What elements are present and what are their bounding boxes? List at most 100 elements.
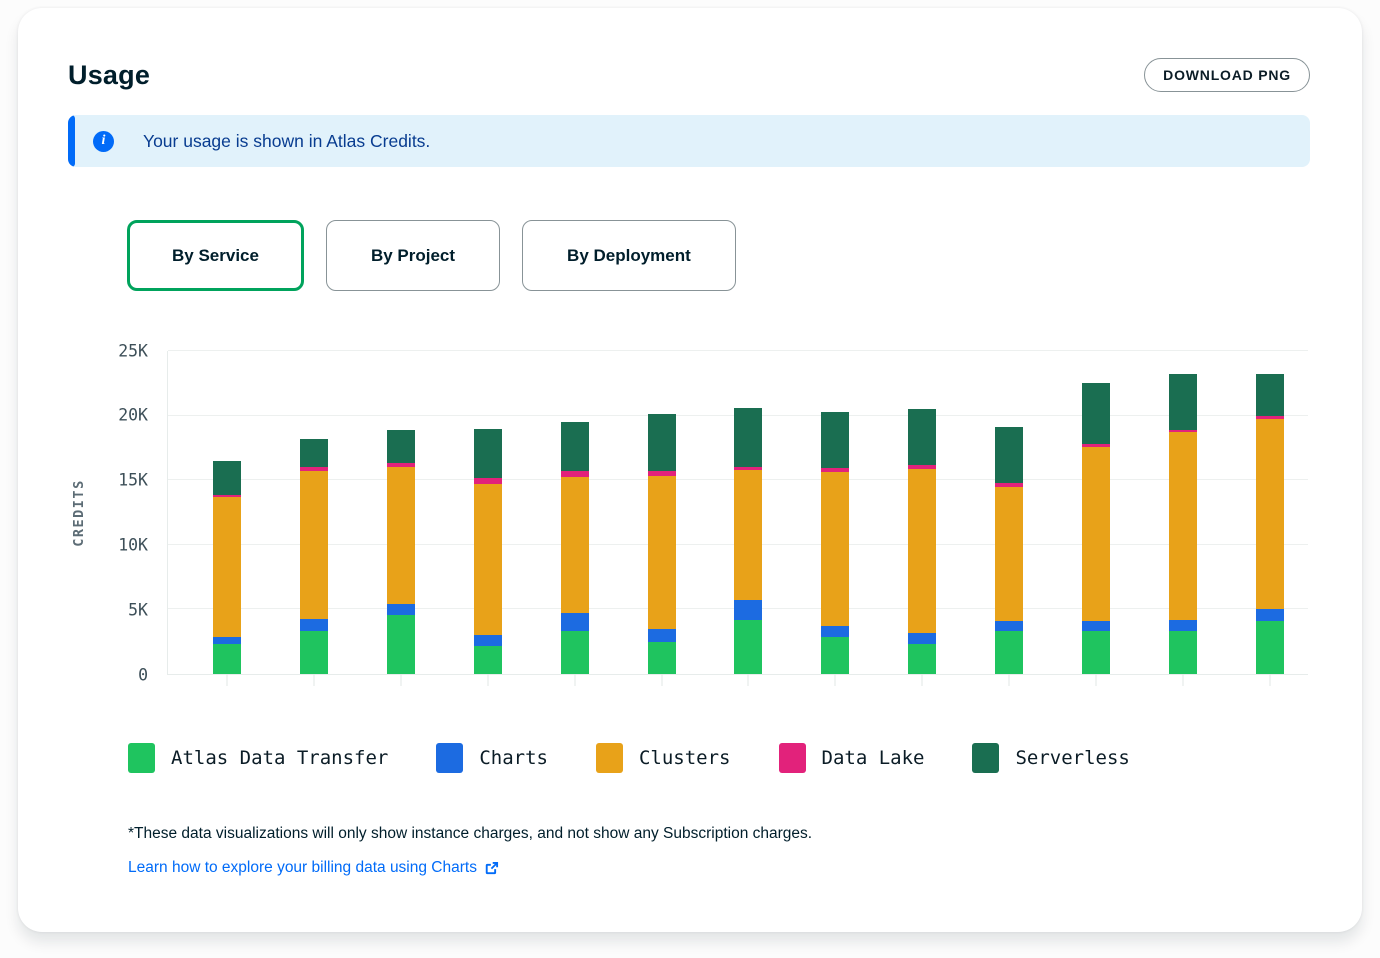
usage-chart: CREDITS 05K10K15K20K25K — [18, 351, 1362, 687]
bar-segment-clusters[interactable] — [908, 469, 936, 633]
legend-item-data-lake[interactable]: Data Lake — [779, 743, 925, 773]
bar-stack[interactable] — [1169, 351, 1197, 674]
bar-segment-clusters[interactable] — [1256, 419, 1284, 609]
bar-segment-serverless[interactable] — [648, 414, 676, 471]
bar-stack[interactable] — [1082, 351, 1110, 674]
billing-data-charts-link[interactable]: Learn how to explore your billing data u… — [128, 859, 499, 877]
bar-segment-serverless[interactable] — [995, 427, 1023, 483]
bar-segment-clusters[interactable] — [821, 472, 849, 626]
bar-segment-charts[interactable] — [1169, 620, 1197, 631]
bar-segment-atlas-data-transfer[interactable] — [387, 615, 415, 674]
bar-segment-clusters[interactable] — [213, 497, 241, 637]
x-tick — [835, 674, 836, 686]
bar-segment-atlas-data-transfer[interactable] — [474, 646, 502, 674]
bar-stack[interactable] — [908, 351, 936, 674]
legend-swatch-data-lake — [779, 743, 806, 773]
bar-segment-charts[interactable] — [648, 629, 676, 643]
bar-stack[interactable] — [734, 351, 762, 674]
bar-segment-clusters[interactable] — [734, 470, 762, 600]
bar-segment-serverless[interactable] — [908, 409, 936, 465]
bar-segment-charts[interactable] — [213, 637, 241, 645]
bar-segment-atlas-data-transfer[interactable] — [1082, 631, 1110, 674]
bar-segment-atlas-data-transfer[interactable] — [908, 644, 936, 674]
x-tick — [1183, 674, 1184, 686]
bar-segment-serverless[interactable] — [821, 412, 849, 468]
bar-segment-charts[interactable] — [561, 613, 589, 631]
bar-segment-serverless[interactable] — [1082, 383, 1110, 444]
bar-segment-charts[interactable] — [734, 600, 762, 619]
bar-stack[interactable] — [648, 351, 676, 674]
y-tick-label: 15K — [118, 472, 148, 489]
info-banner: i Your usage is shown in Atlas Credits. — [68, 115, 1310, 167]
tab-by-deployment[interactable]: By Deployment — [522, 220, 736, 291]
bar-segment-clusters[interactable] — [387, 467, 415, 605]
bar-stack[interactable] — [474, 351, 502, 674]
bar-segment-charts[interactable] — [995, 621, 1023, 631]
bar-segment-serverless[interactable] — [300, 439, 328, 467]
banner-message: Your usage is shown in Atlas Credits. — [143, 131, 430, 152]
bar-segment-atlas-data-transfer[interactable] — [734, 620, 762, 674]
bar-segment-serverless[interactable] — [1169, 374, 1197, 430]
y-tick-label: 25K — [118, 343, 148, 360]
legend-item-serverless[interactable]: Serverless — [972, 743, 1129, 773]
card-header: Usage DOWNLOAD PNG — [18, 8, 1362, 92]
legend-swatch-charts — [436, 743, 463, 773]
bar-segment-atlas-data-transfer[interactable] — [561, 631, 589, 674]
x-tick — [226, 674, 227, 686]
link-label: Learn how to explore your billing data u… — [128, 859, 477, 877]
bar-segment-charts[interactable] — [908, 633, 936, 645]
x-tick — [574, 674, 575, 686]
bar-segment-atlas-data-transfer[interactable] — [648, 642, 676, 674]
bar-stack[interactable] — [561, 351, 589, 674]
legend-swatch-clusters — [596, 743, 623, 773]
x-tick — [1009, 674, 1010, 686]
bar-segment-clusters[interactable] — [1169, 432, 1197, 619]
bar-stack[interactable] — [995, 351, 1023, 674]
bar-segment-clusters[interactable] — [1082, 447, 1110, 621]
bar-segment-serverless[interactable] — [561, 422, 589, 470]
bar-segment-serverless[interactable] — [1256, 374, 1284, 415]
bar-segment-atlas-data-transfer[interactable] — [1169, 631, 1197, 674]
bar-stack[interactable] — [213, 351, 241, 674]
bar-segment-clusters[interactable] — [300, 471, 328, 619]
bar-segment-clusters[interactable] — [561, 477, 589, 613]
x-tick — [922, 674, 923, 686]
legend-item-charts[interactable]: Charts — [436, 743, 548, 773]
footnote: *These data visualizations will only sho… — [128, 825, 1362, 843]
bar-segment-charts[interactable] — [821, 626, 849, 636]
bar-segment-clusters[interactable] — [474, 484, 502, 635]
y-axis: 05K10K15K20K25K — [18, 351, 148, 675]
bar-stack[interactable] — [300, 351, 328, 674]
legend-item-atlas-data-transfer[interactable]: Atlas Data Transfer — [128, 743, 388, 773]
tab-by-service[interactable]: By Service — [127, 220, 304, 291]
bar-segment-serverless[interactable] — [213, 461, 241, 495]
legend-label-atlas-data-transfer: Atlas Data Transfer — [171, 747, 388, 769]
bar-stack[interactable] — [821, 351, 849, 674]
bar-segment-atlas-data-transfer[interactable] — [1256, 621, 1284, 674]
bar-segment-atlas-data-transfer[interactable] — [300, 631, 328, 674]
page-title: Usage — [68, 60, 150, 91]
bar-segment-atlas-data-transfer[interactable] — [213, 644, 241, 674]
info-icon: i — [93, 131, 114, 152]
external-link-icon — [484, 861, 499, 876]
legend-swatch-atlas-data-transfer — [128, 743, 155, 773]
bar-stack[interactable] — [387, 351, 415, 674]
x-tick — [1270, 674, 1271, 686]
bar-segment-serverless[interactable] — [387, 430, 415, 464]
bar-segment-clusters[interactable] — [648, 476, 676, 628]
bar-segment-charts[interactable] — [1256, 609, 1284, 621]
bar-segment-atlas-data-transfer[interactable] — [821, 637, 849, 674]
bar-segment-charts[interactable] — [1082, 621, 1110, 631]
bar-segment-charts[interactable] — [387, 604, 415, 614]
tab-by-project[interactable]: By Project — [326, 220, 500, 291]
bar-segment-charts[interactable] — [474, 635, 502, 646]
bar-segment-serverless[interactable] — [734, 408, 762, 467]
bar-segment-atlas-data-transfer[interactable] — [995, 631, 1023, 674]
bar-segment-clusters[interactable] — [995, 487, 1023, 621]
bar-stack[interactable] — [1256, 351, 1284, 674]
download-png-button[interactable]: DOWNLOAD PNG — [1144, 58, 1310, 92]
bar-segment-serverless[interactable] — [474, 429, 502, 479]
legend-item-clusters[interactable]: Clusters — [596, 743, 731, 773]
x-tick — [487, 674, 488, 686]
bar-segment-charts[interactable] — [300, 619, 328, 631]
